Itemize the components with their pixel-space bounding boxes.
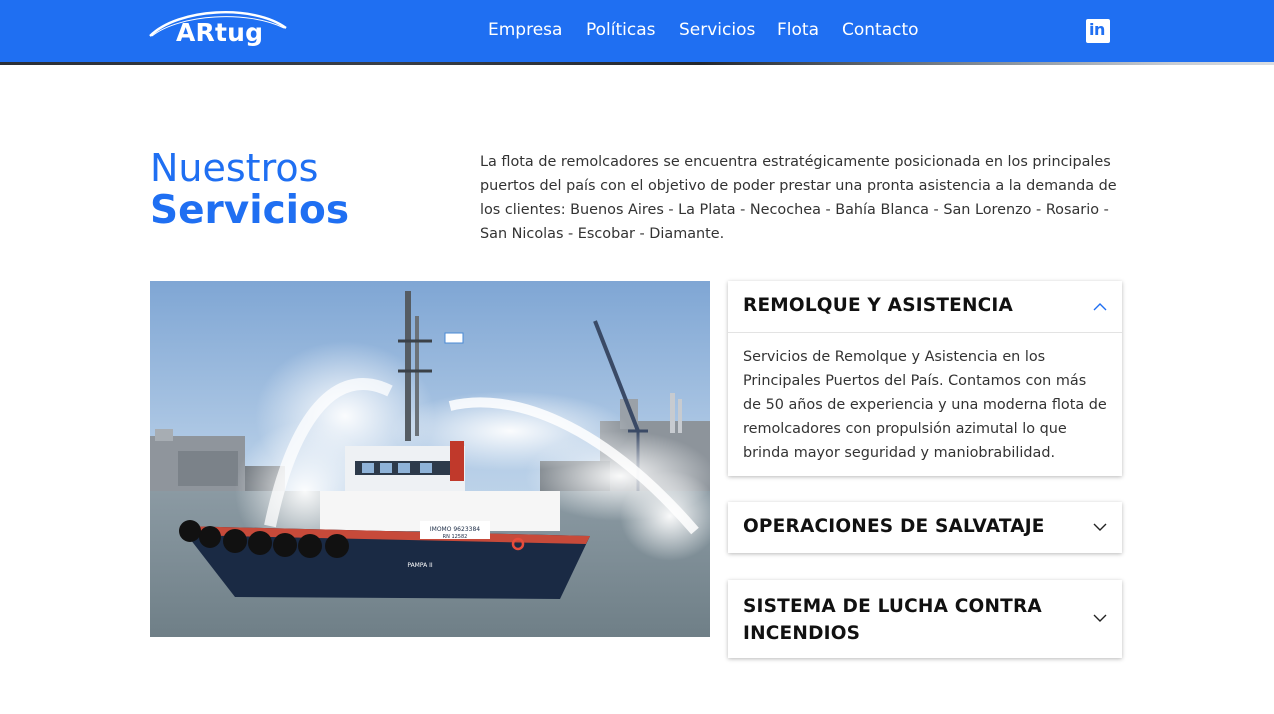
section-title-bold: Servicios — [150, 188, 350, 233]
tugboat-photo: IMOMO 9623384 RN 12582 PAMPA II — [150, 281, 710, 637]
section-title-light: Nuestros — [150, 146, 319, 190]
hull-marking-1: IMOMO 9623384 — [430, 526, 480, 533]
nav-servicios[interactable]: Servicios — [679, 19, 755, 41]
accordion-remolque-header[interactable]: REMOLQUE Y ASISTENCIA — [728, 281, 1122, 332]
hull-marking-2: RN 12582 — [443, 534, 468, 540]
vessel-name: PAMPA II — [407, 562, 433, 569]
accordion-remolque: REMOLQUE Y ASISTENCIA Servicios de Remol… — [728, 281, 1122, 476]
artug-logo[interactable]: ARtug — [148, 6, 290, 56]
accordion-incendios: SISTEMA DE LUCHA CONTRA INCENDIOS — [728, 580, 1122, 658]
accordion-incendios-title: SISTEMA DE LUCHA CONTRA INCENDIOS — [743, 596, 1042, 644]
linkedin-icon[interactable]: in — [1086, 19, 1110, 43]
hero-image-strip — [0, 62, 1274, 65]
accordion-salvataje: OPERACIONES DE SALVATAJE — [728, 502, 1122, 553]
accordion-salvataje-title: OPERACIONES DE SALVATAJE — [743, 516, 1045, 537]
chevron-down-icon — [1093, 523, 1107, 531]
linkedin-icon-label: in — [1089, 20, 1105, 39]
accordion-salvataje-header[interactable]: OPERACIONES DE SALVATAJE — [728, 502, 1122, 553]
nav-empresa[interactable]: Empresa — [488, 19, 562, 41]
logo-text: ARtug — [176, 18, 264, 47]
nav-politicas[interactable]: Políticas — [586, 19, 656, 41]
nav-flota[interactable]: Flota — [777, 19, 819, 41]
nav-contacto[interactable]: Contacto — [842, 19, 919, 41]
accordion-remolque-title: REMOLQUE Y ASISTENCIA — [743, 295, 1014, 316]
chevron-up-icon — [1093, 303, 1107, 311]
accordion-remolque-body: Servicios de Remolque y Asistencia en lo… — [728, 332, 1122, 477]
chevron-down-icon — [1093, 614, 1107, 622]
section-intro: La flota de remolcadores se encuentra es… — [480, 154, 1117, 242]
accordion-incendios-header[interactable]: SISTEMA DE LUCHA CONTRA INCENDIOS — [728, 580, 1122, 658]
